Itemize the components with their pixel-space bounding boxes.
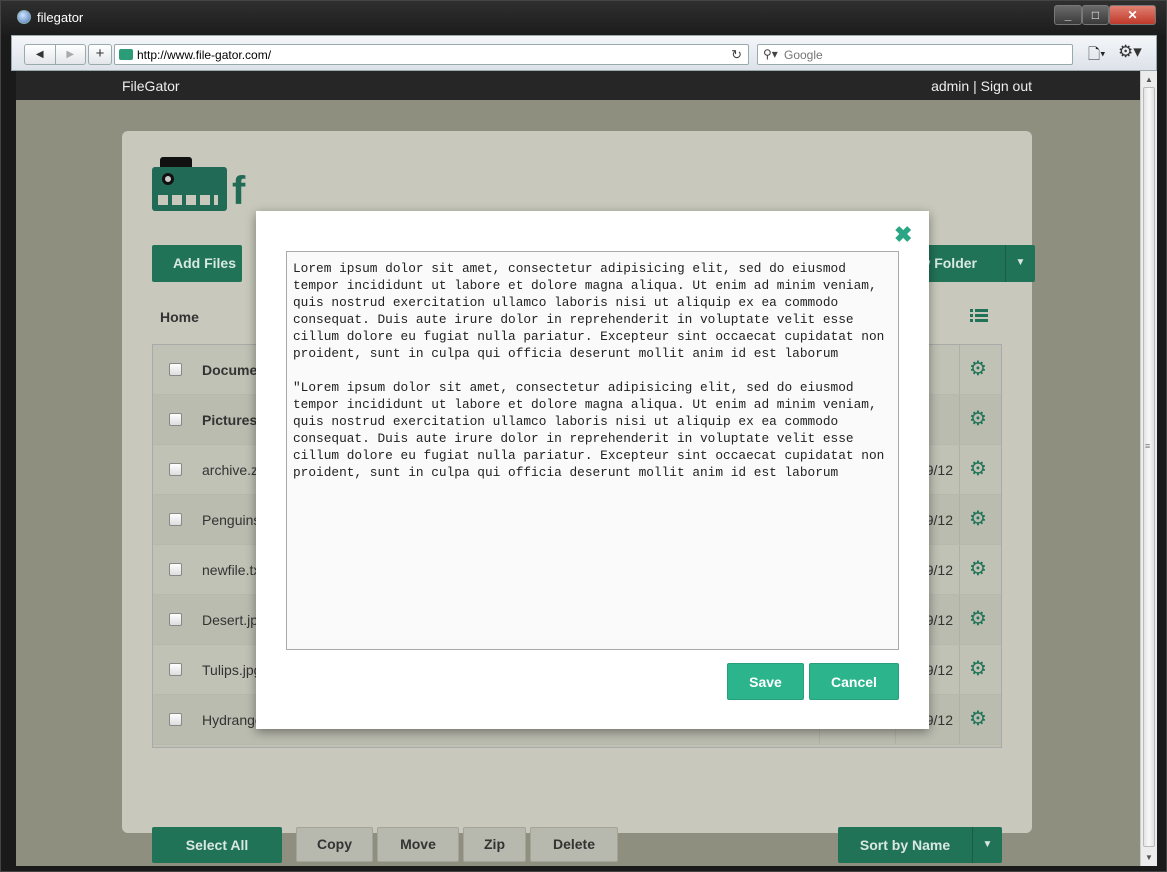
gear-icon[interactable]: ⚙	[969, 458, 987, 480]
search-input[interactable]	[784, 47, 1064, 62]
maximize-button[interactable]: □	[1082, 5, 1109, 25]
edit-file-modal: ✖ Save Cancel	[256, 211, 929, 729]
zip-button[interactable]: Zip	[463, 827, 526, 862]
browser-globe-icon	[17, 10, 31, 24]
page-viewport: FileGator admin | Sign out f Add Files N…	[16, 71, 1140, 866]
column-divider	[959, 495, 960, 544]
row-checkbox[interactable]	[169, 563, 182, 576]
url-text[interactable]: http://www.file-gator.com/	[137, 48, 271, 62]
delete-button[interactable]: Delete	[530, 827, 618, 862]
row-checkbox[interactable]	[169, 413, 182, 426]
file-name[interactable]: Pictures	[202, 412, 257, 428]
scrollbar-thumb[interactable]	[1143, 87, 1155, 847]
sort-label: Sort by Name	[859, 837, 951, 853]
row-checkbox[interactable]	[169, 363, 182, 376]
list-view-icon[interactable]	[970, 309, 988, 323]
caret-down-icon[interactable]: ▼	[1005, 245, 1035, 282]
reload-icon[interactable]: ↻	[731, 47, 742, 63]
file-content-editor[interactable]	[286, 251, 899, 650]
column-divider	[959, 695, 960, 744]
tools-menu-icon[interactable]: ⚙▾	[1118, 42, 1142, 62]
file-name[interactable]: newfile.txt	[202, 562, 264, 578]
gear-icon[interactable]: ⚙	[969, 358, 987, 380]
scroll-grip-icon: ≡	[1145, 441, 1151, 451]
search-box[interactable]: ⚲▾	[757, 44, 1073, 65]
page-menu-icon[interactable]: 🗋▾	[1088, 44, 1106, 69]
row-checkbox[interactable]	[169, 513, 182, 526]
save-button[interactable]: Save	[727, 663, 804, 700]
nav-buttons: ◀ ▶	[24, 44, 86, 65]
browser-window: filegator _ □ ✕ ◀ ▶ + http://www.file-ga…	[0, 0, 1167, 872]
column-divider	[959, 645, 960, 694]
add-files-button[interactable]: Add Files	[152, 245, 242, 282]
user-links: admin | Sign out	[931, 78, 1032, 94]
sort-by-name-button[interactable]: Sort by Name ▼	[838, 827, 1002, 863]
new-tab-button[interactable]: +	[88, 44, 112, 65]
column-divider	[959, 545, 960, 594]
row-checkbox[interactable]	[169, 663, 182, 676]
app-brand[interactable]: FileGator	[122, 78, 180, 94]
cancel-button[interactable]: Cancel	[809, 663, 899, 700]
forward-button[interactable]: ▶	[54, 45, 86, 64]
gear-icon[interactable]: ⚙	[969, 658, 987, 680]
browser-toolbar: ◀ ▶ + http://www.file-gator.com/ ↻ ⚲▾ 🗋▾…	[11, 35, 1157, 71]
file-name[interactable]: Tulips.jpg	[202, 662, 261, 678]
title-bar: filegator _ □ ✕	[1, 1, 1166, 35]
site-favicon-icon	[119, 49, 133, 60]
app-navbar: FileGator admin | Sign out	[16, 71, 1140, 100]
gear-icon[interactable]: ⚙	[969, 608, 987, 630]
back-button[interactable]: ◀	[25, 45, 55, 64]
column-divider	[959, 395, 960, 444]
address-bar[interactable]: http://www.file-gator.com/ ↻	[114, 44, 749, 65]
breadcrumb[interactable]: Home	[160, 309, 199, 325]
user-separator: |	[973, 78, 977, 94]
gear-icon[interactable]: ⚙	[969, 558, 987, 580]
close-icon[interactable]: ✖	[894, 224, 912, 246]
column-divider	[959, 595, 960, 644]
caret-down-icon[interactable]: ▼	[972, 827, 1002, 863]
window-title: filegator	[37, 10, 84, 25]
column-divider	[959, 345, 960, 394]
filegator-logo-icon: f	[152, 155, 245, 213]
gear-icon[interactable]: ⚙	[969, 708, 987, 730]
scroll-down-icon[interactable]: ▼	[1145, 853, 1153, 862]
add-files-label: Add Files	[173, 255, 237, 271]
move-button[interactable]: Move	[377, 827, 459, 862]
vertical-scrollbar[interactable]: ▲ ≡ ▼	[1140, 71, 1157, 866]
row-checkbox[interactable]	[169, 463, 182, 476]
row-checkbox[interactable]	[169, 613, 182, 626]
select-all-button[interactable]: Select All	[152, 827, 282, 863]
sign-out-link[interactable]: Sign out	[981, 78, 1032, 94]
row-checkbox[interactable]	[169, 713, 182, 726]
column-divider	[959, 445, 960, 494]
scroll-up-icon[interactable]: ▲	[1145, 75, 1153, 84]
username-link[interactable]: admin	[931, 78, 969, 94]
search-icon[interactable]: ⚲▾	[763, 47, 778, 61]
minimize-button[interactable]: _	[1054, 5, 1082, 25]
gear-icon[interactable]: ⚙	[969, 408, 987, 430]
gear-icon[interactable]: ⚙	[969, 508, 987, 530]
copy-button[interactable]: Copy	[296, 827, 373, 862]
window-close-button[interactable]: ✕	[1109, 5, 1156, 25]
